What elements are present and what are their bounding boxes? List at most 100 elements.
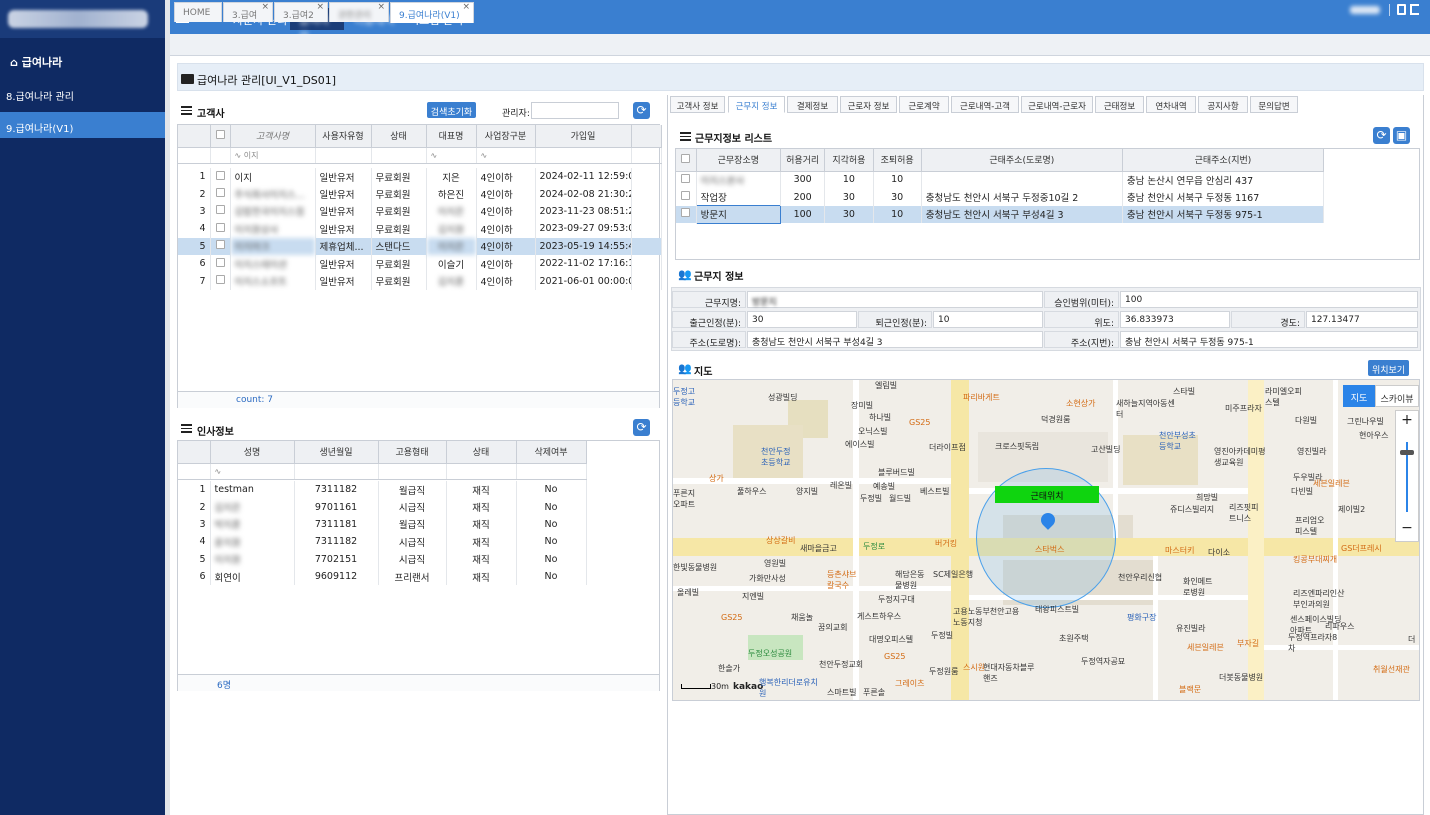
- header-cell[interactable]: 근무장소명: [696, 149, 782, 172]
- sidebar-item-payroll-admin[interactable]: 8.급여나라 관리: [0, 80, 165, 106]
- row-checkbox[interactable]: [215, 257, 225, 267]
- logo[interactable]: [0, 0, 165, 38]
- tab-contract[interactable]: 근로계약: [899, 96, 949, 113]
- filter-cell[interactable]: [535, 147, 632, 164]
- checkin-field[interactable]: 30: [747, 311, 857, 328]
- tab-payroll2[interactable]: 3.급여2 ×: [274, 2, 328, 22]
- close-icon[interactable]: ×: [462, 2, 470, 12]
- tab-work-worker[interactable]: 근로내역-근로자: [1021, 96, 1093, 113]
- filter-cell[interactable]: ∿: [476, 147, 536, 164]
- table-row[interactable]: 2 김지은 9701161 시급직 재직 No: [178, 498, 587, 516]
- table-row[interactable]: 3 김밥천국이지스점 일반유저 무료회원 이지은 4인이하 2023-11-23 08:51…: [178, 202, 662, 221]
- select-all-checkbox[interactable]: [210, 125, 231, 148]
- header-cell[interactable]: 생년월일: [294, 441, 379, 464]
- filter-cell[interactable]: ∿: [426, 147, 477, 164]
- tab-customer-info[interactable]: 고객사 정보: [670, 96, 725, 113]
- map-type-map-button[interactable]: 지도: [1343, 385, 1375, 407]
- zoom-in-button[interactable]: +: [1395, 412, 1419, 432]
- row-checkbox[interactable]: [215, 205, 225, 215]
- map-type-skyview-button[interactable]: 스카이뷰: [1375, 385, 1419, 407]
- row-checkbox[interactable]: [681, 173, 691, 183]
- header-cell[interactable]: 고용형태: [378, 441, 447, 464]
- table-row[interactable]: 5 이지원 7702151 시급직 재직 No: [178, 550, 587, 568]
- table-row-selected[interactable]: 방문지 100 30 10 충청남도 천안시 서북구 부성4길 3 충남 천안시 서북구 …: [676, 205, 1325, 224]
- close-icon[interactable]: ×: [316, 2, 324, 12]
- tab-attendance[interactable]: 근태정보: [1095, 96, 1144, 113]
- header-cell[interactable]: 허용거리: [780, 149, 826, 172]
- table-row[interactable]: 6 회연이 9609112 프리랜서 재직 No: [178, 567, 587, 586]
- table-row[interactable]: 작업장 200 30 30 충청남도 천안시 서북구 두정중10길 2 충남 천안시 서북…: [676, 188, 1325, 206]
- table-row-selected[interactable]: 5 이지마크 제휴업체... 스탠다드 이지은 4인이하 2023-05-19 14:55:…: [178, 237, 662, 255]
- header-cell[interactable]: 고객사명: [230, 125, 316, 148]
- tab-notice[interactable]: 공지사항: [1198, 96, 1248, 113]
- table-row[interactable]: 3 박지훈 7311181 월급직 재직 No: [178, 515, 587, 534]
- splitter[interactable]: [165, 0, 170, 815]
- tab-home[interactable]: HOME: [174, 2, 222, 22]
- refresh-icon[interactable]: ⟳: [633, 102, 650, 119]
- latitude-field[interactable]: 36.833973: [1120, 311, 1230, 328]
- header-cell[interactable]: 상태: [446, 441, 517, 464]
- tab-payroll-v1[interactable]: 9.급여나라(V1) ×: [390, 2, 474, 23]
- logout-icon[interactable]: [1410, 4, 1419, 15]
- filter-name-input[interactable]: ∿ 이지: [230, 147, 316, 164]
- table-row[interactable]: 1 이지 일반유저 무료회원 지은 4인이하 2024-02-11 12:59:09: [178, 168, 662, 186]
- checkout-field[interactable]: 10: [933, 311, 1043, 328]
- road-address-field[interactable]: 충청남도 천안시 서북구 부성4길 3: [747, 331, 1043, 348]
- close-icon[interactable]: ×: [377, 2, 385, 12]
- tab-leave[interactable]: 연차내역: [1146, 96, 1196, 113]
- map[interactable]: 근태위치 지도 스카이뷰 + − 30m kakao 엘림빌 성광빌딩 장미빌 …: [672, 379, 1420, 701]
- header-cell[interactable]: 지각허용: [824, 149, 874, 172]
- save-icon[interactable]: ▣: [1393, 127, 1410, 144]
- tab-worksite-info[interactable]: 근무지 정보: [728, 96, 785, 113]
- range-field[interactable]: 100: [1120, 291, 1418, 308]
- zoom-out-button[interactable]: −: [1395, 520, 1419, 540]
- header-cell[interactable]: 성명: [210, 441, 295, 464]
- header-cell[interactable]: 삭제여부: [516, 441, 587, 464]
- longitude-field[interactable]: 127.13477: [1306, 311, 1418, 328]
- header-cell[interactable]: 상태: [371, 125, 427, 148]
- tab-payroll[interactable]: 3.급여 ×: [223, 2, 273, 22]
- header-cell[interactable]: 근태주소(지번): [1122, 149, 1325, 172]
- manager-input[interactable]: [531, 102, 619, 119]
- close-icon[interactable]: ×: [261, 2, 269, 12]
- save-icon[interactable]: [1397, 4, 1406, 15]
- row-checkbox[interactable]: [681, 208, 691, 218]
- tab-work-customer[interactable]: 근로내역-고객: [951, 96, 1019, 113]
- header-cell[interactable]: 근태주소(도로명): [921, 149, 1123, 172]
- filter-cell[interactable]: [371, 147, 427, 164]
- zoom-handle[interactable]: [1400, 450, 1414, 455]
- header-cell[interactable]: 가입일: [535, 125, 632, 148]
- table-row[interactable]: 4 이지원상사 일반유저 무료회원 김지원 4인이하 2023-09-27 09:53:09: [178, 220, 662, 238]
- row-checkbox[interactable]: [681, 191, 691, 201]
- row-checkbox[interactable]: [215, 170, 225, 180]
- worksite-name-field[interactable]: 방문지: [747, 291, 1043, 308]
- jibun-address-field[interactable]: 충남 천안시 서북구 두정동 975-1: [1120, 331, 1418, 348]
- refresh-icon[interactable]: ⟳: [633, 419, 650, 436]
- header-cell[interactable]: 사업장구분: [476, 125, 536, 148]
- row-checkbox[interactable]: [215, 188, 225, 198]
- row-checkbox[interactable]: [215, 222, 225, 232]
- select-all-checkbox[interactable]: [676, 149, 697, 172]
- row-checkbox[interactable]: [215, 240, 225, 250]
- cell-name[interactable]: 방문지: [695, 205, 782, 224]
- view-location-button[interactable]: 위치보기: [1368, 360, 1409, 376]
- tab-inquiry[interactable]: 문의답변: [1250, 96, 1298, 113]
- table-row[interactable]: 4 윤지원 7311182 시급직 재직 No: [178, 533, 587, 551]
- table-row[interactable]: 이지스본사 300 10 10 충남 논산시 연무읍 안심리 437: [676, 171, 1325, 189]
- table-row[interactable]: 6 이지스테이션 일반유저 무료회원 이슬기 4인이하 2022-11-02 17:16:1…: [178, 254, 662, 273]
- refresh-icon[interactable]: ⟳: [1373, 127, 1390, 144]
- sidebar-item-payroll-v1[interactable]: 9.급여나라(V1): [0, 112, 165, 138]
- search-reset-button[interactable]: 검색초기화: [427, 102, 476, 118]
- header-cell[interactable]: 조퇴허용: [873, 149, 922, 172]
- table-row[interactable]: 1 testman 7311182 월급직 재직 No: [178, 481, 587, 499]
- tab-worker-info[interactable]: 근로자 정보: [840, 96, 897, 113]
- tab-payment-info[interactable]: 결제정보: [787, 96, 838, 113]
- row-checkbox[interactable]: [215, 275, 225, 285]
- table-row[interactable]: 2 주식회사이지스... 일반유저 무료회원 하은진 4인이하 2024-02-08 21:…: [178, 185, 662, 203]
- table-row[interactable]: 7 이지스소프트 일반유저 무료회원 김지훈 4인이하 2021-06-01 00:00:0…: [178, 272, 662, 290]
- tab-permission[interactable]: 권한관리 ×: [329, 2, 389, 22]
- header-cell[interactable]: 대표명: [426, 125, 477, 148]
- filter-cell[interactable]: ∿: [210, 463, 295, 480]
- header-cell[interactable]: 사용자유형: [315, 125, 372, 148]
- filter-cell[interactable]: [315, 147, 372, 164]
